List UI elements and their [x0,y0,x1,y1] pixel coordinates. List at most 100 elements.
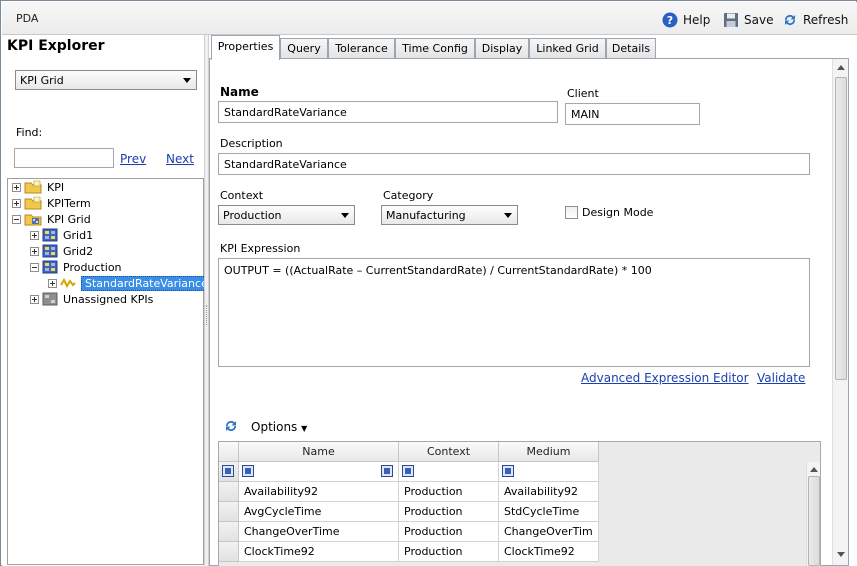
column-header-context[interactable]: Context [399,442,499,462]
folder-icon [24,196,42,210]
kpi-expression-field[interactable]: OUTPUT = ((ActualRate – CurrentStandardR… [218,258,810,367]
client-field[interactable]: MAIN [565,103,700,125]
collapse-icon[interactable] [12,214,21,224]
app-title: PDA [16,12,39,25]
app-window: PDA ? Help Save Refresh KPI Explorer KPI… [0,0,857,566]
filter-row-selector [219,462,239,482]
refresh-label: Refresh [803,13,849,27]
table-cell[interactable]: AvgCycleTime [239,502,399,522]
table-cell[interactable]: Production [399,542,499,562]
tab-time-config[interactable]: Time Config [395,38,475,59]
design-mode-checkbox[interactable] [565,206,578,219]
grid-scroll-thumb[interactable] [808,476,820,566]
advanced-expression-editor-link[interactable]: Advanced Expression Editor [581,371,749,385]
clear-filter-icon[interactable] [222,465,234,477]
filter-icon[interactable] [402,465,414,477]
description-field[interactable]: StandardRateVariance [218,153,810,175]
name-label: Name [220,85,259,99]
find-input[interactable] [14,148,114,168]
explorer-title: KPI Explorer [7,38,105,54]
filter-cell-medium[interactable] [499,462,599,482]
table-cell[interactable]: StdCycleTime [499,502,599,522]
help-button[interactable]: ? Help [662,11,710,29]
context-select[interactable]: Production [218,205,355,225]
kpi-tree: KPI KPITerm KPI Grid Grid1 Grid2 Product… [7,178,212,565]
save-button[interactable]: Save [723,11,773,29]
design-mode-label: Design Mode [582,206,654,219]
tree-node-grid2[interactable]: Grid2 [30,243,93,259]
tree-label: KPI [47,180,65,194]
tab-tolerance[interactable]: Tolerance [328,38,395,59]
category-select[interactable]: Manufacturing [381,205,518,225]
tree-node-grid1[interactable]: Grid1 [30,227,93,243]
next-link[interactable]: Next [166,152,194,166]
expand-icon[interactable] [30,246,39,256]
chevron-down-icon [183,78,191,83]
table-cell[interactable]: Production [399,502,499,522]
table-cell[interactable]: Availability92 [499,482,599,502]
grid-icon [42,228,58,242]
client-label: Client [567,87,599,100]
description-label: Description [220,137,283,150]
table-cell[interactable]: ChangeOverTime [239,522,399,542]
view-select[interactable]: KPI Grid [15,70,197,90]
filter-cell-context[interactable] [399,462,499,482]
content-scrollbar[interactable] [832,59,848,565]
row-selector[interactable] [219,522,239,542]
collapse-icon[interactable] [30,262,39,272]
column-header-name[interactable]: Name [239,442,399,462]
tab-linked-grid[interactable]: Linked Grid [529,38,606,59]
content-scroll-thumb[interactable] [835,77,847,380]
column-header-medium[interactable]: Medium [499,442,599,462]
refresh-button[interactable]: Refresh [782,11,848,29]
expand-icon[interactable] [30,230,39,240]
scroll-up-icon[interactable] [810,467,818,472]
tab-details[interactable]: Details [606,38,656,59]
options-menu[interactable]: Options ▼ [251,420,307,434]
row-selector[interactable] [219,502,239,522]
save-icon [724,13,738,27]
tab-properties[interactable]: Properties [211,35,280,60]
prev-link[interactable]: Prev [120,152,146,166]
tree-node-production[interactable]: Production [30,259,122,275]
tree-node-standard-rate-variance[interactable]: StandardRateVariance [48,275,212,291]
tree-label: Grid1 [63,228,94,242]
table-cell[interactable]: ChangeOverTim [499,522,599,542]
clear-filter-icon[interactable] [381,465,393,477]
tree-node-kpiterm[interactable]: KPITerm [12,195,91,211]
filter-icon[interactable] [242,465,254,477]
expand-icon[interactable] [12,198,21,208]
name-field[interactable]: StandardRateVariance [218,101,558,123]
grid-gray-icon [42,292,58,306]
grid-scrollbar[interactable] [806,462,820,566]
scroll-down-icon[interactable] [837,552,845,557]
grid-icon [42,244,58,258]
refresh-grid-icon[interactable] [223,418,239,434]
tree-node-unassigned-kpis[interactable]: Unassigned KPIs [30,291,153,307]
filter-cell-name[interactable] [239,462,399,482]
table-cell[interactable]: Production [399,482,499,502]
expand-icon[interactable] [12,182,21,192]
filter-icon[interactable] [502,465,514,477]
tab-display[interactable]: Display [475,38,529,59]
options-label: Options [251,420,298,434]
validate-link[interactable]: Validate [757,371,805,385]
row-selector[interactable] [219,482,239,502]
table-cell[interactable]: Production [399,522,499,542]
view-select-value: KPI Grid [20,74,64,87]
scroll-up-icon[interactable] [837,65,845,70]
table-cell[interactable]: ClockTime92 [499,542,599,562]
chevron-down-icon [341,213,349,218]
table-cell[interactable]: ClockTime92 [239,542,399,562]
expand-icon[interactable] [30,294,39,304]
kpi-wave-icon [60,277,76,289]
tab-query[interactable]: Query [280,38,328,59]
tree-node-kpi[interactable]: KPI [12,179,64,195]
title-bar: PDA ? Help Save Refresh [2,2,857,35]
row-selector[interactable] [219,542,239,562]
help-label: Help [683,13,711,27]
tree-node-kpi-grid[interactable]: KPI Grid [12,211,91,227]
table-cell[interactable]: Availability92 [239,482,399,502]
context-label: Context [220,189,264,202]
expand-icon[interactable] [48,278,57,288]
